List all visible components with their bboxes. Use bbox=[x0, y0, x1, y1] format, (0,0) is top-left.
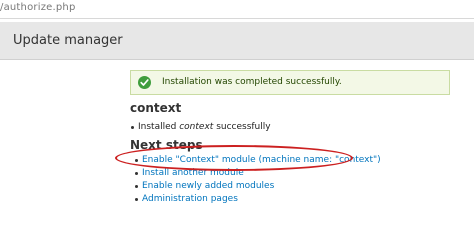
install-result-prefix: Installed bbox=[138, 122, 177, 132]
enable-context-link[interactable]: Enable "Context" module (machine name: "… bbox=[135, 155, 381, 165]
administration-pages-link[interactable]: Administration pages bbox=[135, 194, 238, 204]
page-header: Update manager bbox=[0, 22, 474, 60]
install-result-module-name: context bbox=[179, 122, 214, 132]
check-icon bbox=[138, 76, 151, 89]
module-heading: context bbox=[130, 101, 182, 115]
browser-address-bar[interactable]: /authorize.php bbox=[0, 0, 474, 19]
enable-new-modules-link[interactable]: Enable newly added modules bbox=[134, 181, 274, 191]
next-steps-list: Enable "Context" module (machine name: "… bbox=[130, 155, 460, 205]
install-another-module-link[interactable]: Install another module bbox=[135, 168, 244, 178]
install-result: Installed context successfully bbox=[131, 122, 271, 132]
page-title: Update manager bbox=[13, 33, 123, 48]
page: /authorize.php Update manager Installati… bbox=[0, 0, 474, 248]
address-url[interactable]: /authorize.php bbox=[0, 2, 76, 13]
install-result-suffix: successfully bbox=[216, 122, 271, 132]
status-message: Installation was completed successfully. bbox=[130, 70, 450, 95]
status-text: Installation was completed successfully. bbox=[162, 77, 342, 87]
next-steps-heading: Next steps bbox=[130, 138, 203, 152]
